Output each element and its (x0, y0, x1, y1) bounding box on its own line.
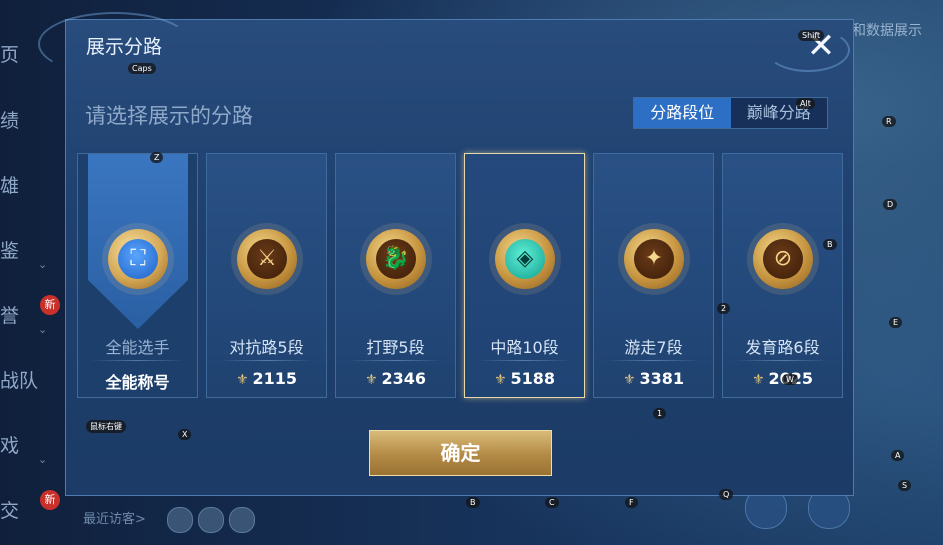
mid-lane-icon: ◈ (495, 229, 555, 289)
lane-rank-label: 对抗路5段 (229, 338, 304, 357)
lane-card[interactable]: ✦ 游走7段 ⚜ 3381 (593, 153, 714, 398)
avatar[interactable] (229, 507, 255, 533)
score-value: 5188 (510, 369, 556, 388)
divider (477, 360, 572, 361)
sidebar-item[interactable]: 戏 (0, 431, 19, 458)
clash-lane-icon: ⚔ (237, 229, 297, 289)
sidebar-item[interactable]: 誉 (0, 301, 19, 328)
avatar[interactable] (167, 507, 193, 533)
lane-card[interactable]: ◈ 中路10段 ⚜ 5188 (464, 153, 585, 398)
divider (90, 360, 185, 361)
key-hint: C (545, 497, 559, 508)
key-hint: B (823, 239, 837, 250)
key-hint: F (625, 497, 638, 508)
lane-rank-label: 游走7段 (624, 338, 683, 357)
score-icon: ⚜ (364, 372, 378, 388)
lane-card[interactable]: ⛶ 全能选手全能称号 (77, 153, 198, 398)
sidebar-item[interactable]: 绩 (0, 106, 19, 133)
key-hint: R (882, 116, 896, 127)
lane-score: 全能称号 (78, 369, 197, 393)
sidebar-item[interactable]: 鉴 (0, 236, 19, 263)
lane-score: ⚜ 2115 (207, 369, 326, 388)
sidebar-item[interactable]: 交 (0, 496, 19, 523)
key-hint: 2 (717, 303, 731, 314)
chevron-down-icon: ⌄ (38, 323, 48, 336)
key-hint: Q (719, 489, 734, 500)
badge-emblem: 🐉 (376, 239, 416, 279)
divider (219, 360, 314, 361)
badge-emblem: ✦ (634, 239, 674, 279)
key-hint: 鼠标右键 (86, 420, 126, 433)
sidebar-item[interactable]: 战队 (0, 366, 38, 393)
badge-emblem: ⊘ (763, 239, 803, 279)
new-badge: 新 (40, 295, 60, 315)
key-hint: S (898, 480, 912, 491)
score-value: 全能称号 (105, 373, 170, 392)
badge-emblem: ⚔ (247, 239, 287, 279)
new-badge: 新 (40, 490, 60, 510)
lane-card-list: ⛶ 全能选手 全能称号 ⚔ 对抗路5段 ⚜ 2115 🐉 打野5段 ⚜ 2346 ◈ 中路10段 ⚜ 518… (77, 153, 843, 398)
key-hint: E (889, 317, 903, 328)
lane-card[interactable]: 🐉 打野5段 ⚜ 2346 (335, 153, 456, 398)
key-hint: Shift (798, 30, 825, 41)
score-icon: ⚜ (235, 372, 249, 388)
score-value: 2115 (252, 369, 298, 388)
avatar[interactable] (198, 507, 224, 533)
badge-emblem: ◈ (505, 239, 545, 279)
lane-score: ⚜ 2346 (336, 369, 455, 388)
key-hint: B (466, 497, 480, 508)
dialog-title: 展示分路 (86, 36, 163, 58)
lane-score: ⚜ 5188 (465, 369, 584, 388)
key-hint: D (883, 199, 898, 210)
lane-rank-label: 全能选手 (105, 338, 170, 357)
jungle-icon: 🐉 (366, 229, 426, 289)
chevron-down-icon: ⌄ (38, 453, 48, 466)
recent-visitors-link[interactable]: 最近访客> (83, 508, 146, 527)
score-value: 2346 (381, 369, 427, 388)
farm-lane-icon: ⊘ (753, 229, 813, 289)
divider (348, 360, 443, 361)
score-icon: ⚜ (493, 372, 507, 388)
badge-emblem: ⛶ (118, 239, 158, 279)
all-round-icon: ⛶ (108, 229, 168, 289)
lane-card[interactable]: ⊘发育路6段⚜2025 (722, 153, 843, 398)
score-icon: ⚜ (622, 372, 636, 388)
lane-card[interactable]: ⚔ 对抗路5段 ⚜ 2115 (206, 153, 327, 398)
roam-icon: ✦ (624, 229, 684, 289)
left-nav: 页绩雄鉴誉战队戏交 ⌄ ⌄ ⌄ 新新 (0, 0, 65, 545)
lane-rank-label: 打野5段 (366, 338, 425, 357)
score-icon: ⚜ (751, 372, 765, 388)
lane-rank-label: 中路10段 (490, 338, 559, 357)
tab-lane-rank[interactable]: 分路段位 (634, 98, 731, 128)
lane-score: ⚜ 3381 (594, 369, 713, 388)
right-edge-text: 和数据展示 (852, 23, 922, 39)
chevron-down-icon: ⌄ (38, 258, 48, 271)
lane-rank-label: 发育路6段 (745, 338, 820, 357)
confirm-button[interactable]: 确定 (369, 430, 552, 476)
key-hint: 1 (653, 408, 667, 419)
sidebar-item[interactable]: 页 (0, 40, 19, 67)
dialog-subtitle: 请选择展示的分路 (85, 104, 253, 128)
key-hint: Caps (128, 63, 156, 74)
divider (735, 360, 830, 361)
score-value: 3381 (639, 369, 685, 388)
display-lane-dialog: 展示分路 ✕ 请选择展示的分路 分路段位 巅峰分路 ⛶ 全能选手 全能称号 ⚔ 对抗路5… (38, 12, 854, 496)
key-hint: Alt (796, 98, 815, 109)
divider (606, 360, 701, 361)
key-hint: W (782, 374, 798, 385)
sidebar-item[interactable]: 雄 (0, 171, 19, 198)
